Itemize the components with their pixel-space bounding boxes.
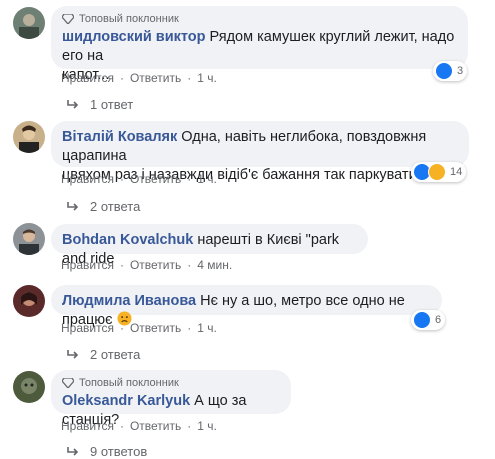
- comment-bubble: Топовый поклонник шидловский виктор Рядом…: [51, 6, 468, 83]
- replies-label: 2 ответа: [90, 347, 141, 362]
- comment-bubble: Людмила Иванова Нє ну а шо, метро все одн…: [51, 285, 442, 328]
- reaction-count: 14: [450, 166, 463, 178]
- like-button[interactable]: Нравится: [61, 258, 114, 272]
- reply-button[interactable]: Ответить: [130, 419, 181, 433]
- comment-author[interactable]: шидловский виктор: [62, 29, 206, 45]
- like-button[interactable]: Нравится: [61, 321, 114, 335]
- reply-button[interactable]: Ответить: [130, 172, 181, 186]
- like-reaction-icon: [413, 311, 431, 329]
- badge-label: Топовый поклонник: [79, 13, 179, 25]
- comment-actions: Нравится · Ответить · 4 мин.: [61, 258, 233, 272]
- comment-bubble: Віталій Коваляк Одна, навіть неглибока, п…: [51, 121, 469, 183]
- avatar[interactable]: [13, 223, 45, 255]
- timestamp[interactable]: 1 ч.: [197, 71, 217, 85]
- avatar[interactable]: [13, 121, 45, 153]
- reply-button[interactable]: Ответить: [130, 321, 181, 335]
- diamond-icon: [62, 14, 74, 24]
- reply-button[interactable]: Ответить: [130, 258, 181, 272]
- reaction-count: 3: [457, 65, 464, 77]
- timestamp[interactable]: 1 ч.: [197, 321, 217, 335]
- reply-arrow-icon: [67, 99, 79, 109]
- comment-author[interactable]: Oleksandr Karlyuk: [62, 393, 190, 409]
- timestamp[interactable]: 4 мин.: [197, 258, 232, 272]
- reaction-summary[interactable]: 14: [411, 162, 467, 182]
- reaction-count: 6: [435, 314, 442, 326]
- like-button[interactable]: Нравится: [61, 71, 114, 85]
- top-fan-badge: Топовый поклонник: [62, 13, 457, 25]
- reaction-summary[interactable]: 6: [411, 310, 446, 330]
- reaction-summary[interactable]: 3: [433, 61, 468, 81]
- replies-label: 9 ответов: [90, 444, 148, 459]
- timestamp[interactable]: 1 ч.: [197, 419, 217, 433]
- like-button[interactable]: Нравится: [61, 419, 114, 433]
- avatar[interactable]: [13, 371, 45, 403]
- top-fan-badge: Топовый поклонник: [62, 377, 280, 389]
- diamond-icon: [62, 378, 74, 388]
- comment-bubble: Bohdan Kovalchuk нарешті в Києві "park an…: [51, 224, 368, 267]
- comment-author[interactable]: Віталій Коваляк: [62, 129, 177, 145]
- comment-bubble: Топовый поклонник Oleksandr Karlyuk А що …: [51, 370, 291, 428]
- avatar[interactable]: [13, 7, 45, 39]
- replies-label: 1 ответ: [90, 97, 134, 112]
- avatar[interactable]: [13, 285, 45, 317]
- like-reaction-icon: [435, 62, 453, 80]
- reply-arrow-icon: [67, 349, 79, 359]
- view-replies-link[interactable]: 9 ответов: [66, 444, 147, 459]
- view-replies-link[interactable]: 2 ответа: [66, 347, 140, 362]
- timestamp[interactable]: 1 ч.: [197, 172, 217, 186]
- view-replies-link[interactable]: 2 ответа: [66, 199, 140, 214]
- replies-label: 2 ответа: [90, 199, 141, 214]
- like-button[interactable]: Нравится: [61, 172, 114, 186]
- comment-actions: Нравится · Ответить · 1 ч.: [61, 172, 217, 186]
- badge-label: Топовый поклонник: [79, 377, 179, 389]
- reply-arrow-icon: [67, 446, 79, 456]
- view-replies-link[interactable]: 1 ответ: [66, 97, 133, 112]
- comment-author[interactable]: Bohdan Kovalchuk: [62, 232, 193, 248]
- comment-actions: Нравится · Ответить · 1 ч.: [61, 321, 217, 335]
- comment-author[interactable]: Людмила Иванова: [62, 293, 196, 309]
- reply-button[interactable]: Ответить: [130, 71, 181, 85]
- comment-actions: Нравится · Ответить · 1 ч.: [61, 419, 217, 433]
- haha-reaction-icon: [428, 163, 446, 181]
- comment-actions: Нравится · Ответить · 1 ч.: [61, 71, 217, 85]
- reply-arrow-icon: [67, 201, 79, 211]
